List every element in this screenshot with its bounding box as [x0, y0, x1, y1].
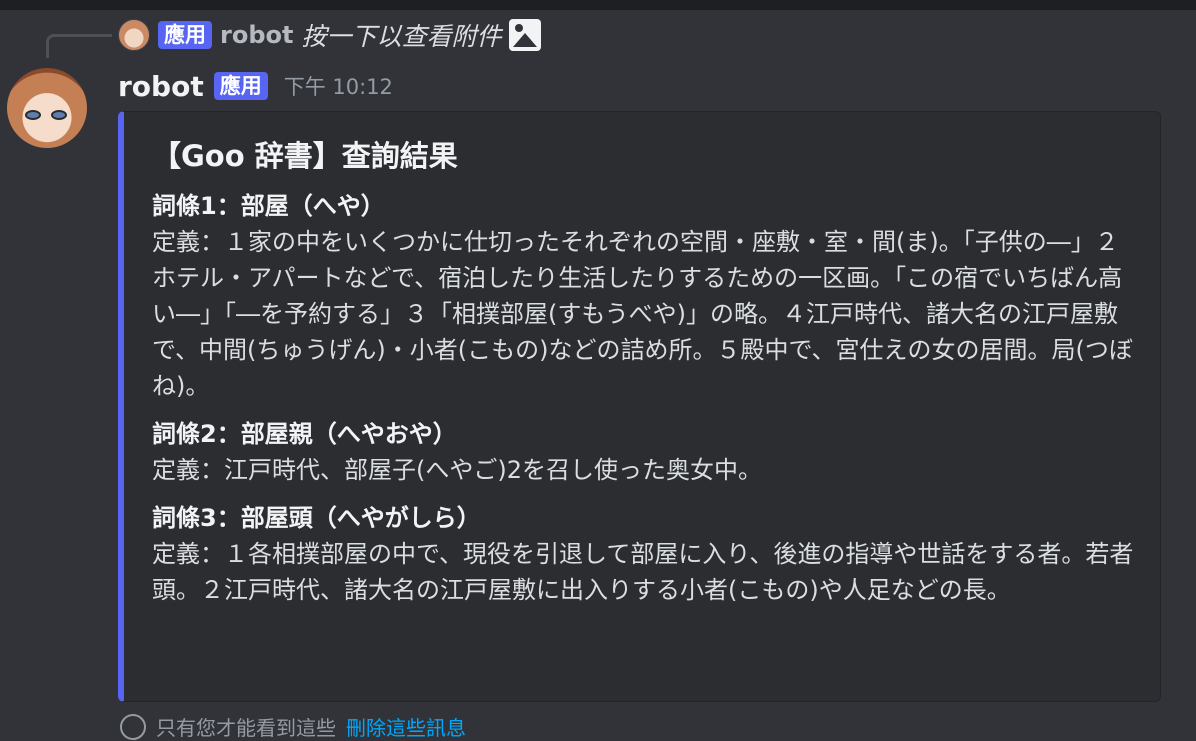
entry-definition: 定義：江戸時代、部屋子(へやご)2を召し使った奥女中。	[152, 456, 762, 484]
image-icon[interactable]	[509, 19, 542, 51]
reply-app-tag: 應用	[158, 21, 212, 49]
app-tag: 應用	[213, 72, 268, 100]
top-bar	[0, 0, 1196, 10]
entry-heading: 詞條2：部屋親（へやおや）	[152, 420, 457, 448]
entry-definition: 定義：１各相撲部屋の中で、現役を引退して部屋に入り、後進の指導や世話をする者。若…	[152, 540, 1134, 604]
author-name[interactable]: robot	[118, 70, 204, 103]
entry: 詞條1：部屋（へや） 定義：１家の中をいくつかに仕切ったそれぞれの空間・座敷・室…	[152, 188, 1133, 404]
entry: 詞條3：部屋頭（へやがしら） 定義：１各相撲部屋の中で、現役を引退して部屋に入り…	[152, 500, 1133, 608]
reply-preview[interactable]: 應用 robot 按一下以查看附件	[118, 17, 542, 53]
reply-avatar[interactable]	[118, 19, 150, 51]
timestamp[interactable]: 下午 10:12	[284, 71, 393, 101]
entry-heading: 詞條3：部屋頭（へやがしら）	[152, 504, 481, 532]
entry-heading: 詞條1：部屋（へや）	[152, 192, 385, 220]
avatar[interactable]	[7, 68, 87, 148]
reply-author[interactable]: robot	[220, 21, 293, 49]
reply-spine	[46, 34, 112, 58]
embed-title: 【Goo 辞書】查詢結果	[152, 139, 458, 173]
entry: 詞條2：部屋親（へやおや） 定義：江戸時代、部屋子(へやご)2を召し使った奥女中…	[152, 416, 1132, 488]
embed: 【Goo 辞書】查詢結果 詞條1：部屋（へや） 定義：１家の中をいくつかに仕切っ…	[118, 111, 1161, 702]
reply-text[interactable]: 按一下以查看附件	[301, 17, 501, 53]
entry-definition: 定義：１家の中をいくつかに仕切ったそれぞれの空間・座敷・室・間(ま)。「子供の―…	[152, 228, 1133, 400]
message-header: robot 應用 下午 10:12	[118, 68, 393, 104]
